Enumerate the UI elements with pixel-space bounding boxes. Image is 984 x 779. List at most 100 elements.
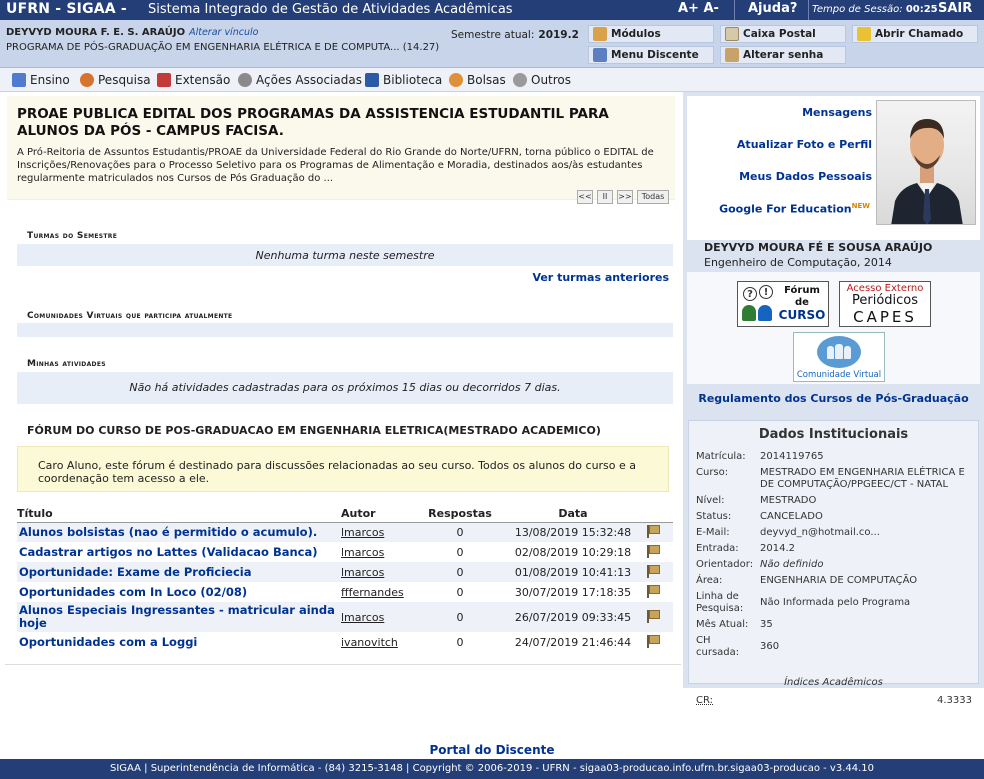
books-icon — [12, 73, 26, 87]
field-value: 35 — [760, 619, 773, 630]
session-time: 00:25 — [905, 4, 938, 15]
font-size-controls[interactable]: A+ A- — [678, 1, 719, 16]
communities-box — [17, 323, 673, 337]
topic-title[interactable]: Oportunidade: Exame de Proficiecia — [17, 562, 341, 582]
menu-label: Bolsas — [467, 73, 506, 87]
menu-ensino[interactable]: Ensino — [12, 73, 70, 87]
topic-replies: 0 — [456, 585, 464, 599]
topic-title[interactable]: Oportunidades com In Loco (02/08) — [17, 582, 341, 602]
flag-icon[interactable] — [645, 609, 660, 623]
previous-classes-link[interactable]: Ver turmas anteriores — [532, 271, 669, 284]
community-icon — [817, 336, 861, 368]
google-education-link[interactable]: Google For EducationNEW — [719, 202, 870, 216]
gears-icon — [238, 73, 252, 87]
profile-name: DEYVYD MOURA FÉ E SOUSA ARAÚJO Engenheir… — [704, 240, 974, 270]
classes-box: Nenhuma turma neste semestre — [17, 244, 673, 266]
flag-icon[interactable] — [645, 544, 660, 558]
field-label: Status: — [696, 511, 732, 522]
institutional-title: Dados Institucionais — [758, 427, 909, 442]
menu-biblioteca[interactable]: Biblioteca — [365, 73, 442, 87]
topic-author[interactable]: lmarcos — [341, 562, 419, 582]
menu-outros[interactable]: Outros — [513, 73, 571, 87]
news-panel: PROAE PUBLICA EDITAL DOS PROGRAMAS DA AS… — [7, 96, 675, 204]
news-pause-button[interactable]: II — [597, 190, 613, 204]
personal-data-link[interactable]: Meus Dados Pessoais — [739, 170, 872, 183]
topic-title[interactable]: Cadastrar artigos no Lattes (Validacao B… — [17, 542, 341, 562]
topic-title[interactable]: Alunos Especiais Ingressantes - matricul… — [17, 602, 341, 632]
menu-icon — [593, 48, 607, 62]
topic-author[interactable]: fffernandes — [341, 582, 419, 602]
update-photo-link[interactable]: Atualizar Foto e Perfil — [737, 138, 872, 151]
divider — [5, 664, 681, 665]
semester-value: 2019.2 — [538, 29, 579, 41]
field-label: CH cursada: — [696, 635, 740, 658]
topic-title[interactable]: Oportunidades com a Loggi — [17, 632, 341, 652]
menu-bolsas[interactable]: Bolsas — [449, 73, 506, 87]
capes-logo-line3: CAPES — [853, 308, 917, 326]
open-ticket-button[interactable]: Abrir Chamado — [852, 25, 978, 43]
menu-extensao[interactable]: Extensão — [157, 73, 230, 87]
forum-logo[interactable]: ? ! Fórum de CURSO — [737, 281, 829, 327]
flag-icon[interactable] — [645, 524, 660, 538]
topic-action — [645, 562, 673, 582]
topic-date: 01/08/2019 10:41:13 — [501, 562, 645, 582]
menu-pesquisa[interactable]: Pesquisa — [80, 73, 151, 87]
menu-label: Biblioteca — [383, 73, 443, 87]
modules-button[interactable]: Módulos — [588, 25, 714, 43]
indices-title: Índices Acadêmicos — [784, 677, 883, 688]
topic-author[interactable]: lmarcos — [341, 542, 419, 562]
topic-author[interactable]: ivanovitch — [341, 632, 419, 652]
profile-photo[interactable] — [876, 100, 976, 225]
field-label: Linha de Pesquisa: — [696, 591, 744, 614]
topic-title[interactable]: Alunos bolsistas (nao é permitido o acum… — [17, 522, 341, 542]
topic-date: 30/07/2019 17:18:35 — [514, 585, 632, 599]
sidebar: Mensagens Atualizar Foto e Perfil Meus D… — [683, 92, 984, 706]
logout-link[interactable]: SAIR — [938, 1, 972, 16]
flag-icon[interactable] — [645, 634, 660, 648]
new-badge: NEW — [851, 202, 870, 210]
topic-replies: 0 — [419, 522, 501, 542]
virtual-community-logo[interactable]: Comunidade Virtual — [793, 332, 885, 382]
cr-value: 4.3333 — [937, 695, 972, 706]
capes-logo[interactable]: Acesso Externo Periódicos CAPES — [839, 281, 931, 327]
news-all-button[interactable]: Todas — [637, 190, 669, 204]
table-row: Cadastrar artigos no Lattes (Validacao B… — [17, 542, 673, 562]
table-row: Oportunidades com In Loco (02/08) fffern… — [17, 582, 673, 602]
news-body: A Pró-Reitoria de Assuntos Estudantis/PR… — [17, 147, 654, 184]
open-ticket-label: Abrir Chamado — [875, 28, 964, 40]
field-label: Entrada: — [696, 543, 739, 554]
field-value: ENGENHARIA DE COMPUTAÇÃO — [760, 575, 918, 586]
app-brand[interactable]: UFRN - SIGAA - — [6, 1, 127, 17]
column-header-replies: Respostas — [419, 506, 501, 523]
column-header-author: Autor — [341, 506, 419, 523]
activities-section-title: Minhas atividades — [27, 359, 106, 369]
change-link[interactable]: Alterar vínculo — [189, 27, 258, 38]
menu-label: Ensino — [30, 73, 70, 87]
flag-icon[interactable] — [645, 564, 660, 578]
community-label: Comunidade Virtual — [796, 370, 882, 380]
topic-author[interactable]: lmarcos — [341, 522, 419, 542]
app-subtitle: Sistema Integrado de Gestão de Atividade… — [148, 2, 513, 17]
table-row: Alunos Especiais Ingressantes - matricul… — [17, 602, 673, 632]
column-header-date: Data — [501, 506, 645, 523]
main-menu: Ensino Pesquisa Extensão Ações Associada… — [0, 68, 984, 92]
flag-icon[interactable] — [645, 584, 660, 598]
topic-author[interactable]: lmarcos — [341, 602, 419, 632]
menu-acoes-associadas[interactable]: Ações Associadas — [238, 73, 362, 87]
topic-action — [645, 582, 673, 602]
menu-label: Extensão — [175, 73, 231, 87]
regulation-link[interactable]: Regulamento dos Cursos de Pós-Graduação — [683, 392, 984, 405]
news-title[interactable]: PROAE PUBLICA EDITAL DOS PROGRAMAS DA AS… — [17, 106, 657, 140]
session-timer: Tempo de Sessão: 00:25 — [812, 4, 938, 15]
person-icon — [449, 73, 463, 87]
topic-date: 13/08/2019 15:32:48 — [501, 522, 645, 542]
help-link[interactable]: Ajuda? — [748, 1, 797, 16]
messages-link[interactable]: Mensagens — [802, 106, 872, 119]
student-portal-link[interactable]: Portal do Discente — [0, 743, 984, 757]
news-first-button[interactable]: << — [577, 190, 593, 204]
student-menu-button[interactable]: Menu Discente — [588, 46, 714, 64]
change-password-button[interactable]: Alterar senha — [720, 46, 846, 64]
menu-label: Outros — [531, 73, 572, 87]
mailbox-button[interactable]: Caixa Postal — [720, 25, 846, 43]
news-next-button[interactable]: >> — [617, 190, 633, 204]
